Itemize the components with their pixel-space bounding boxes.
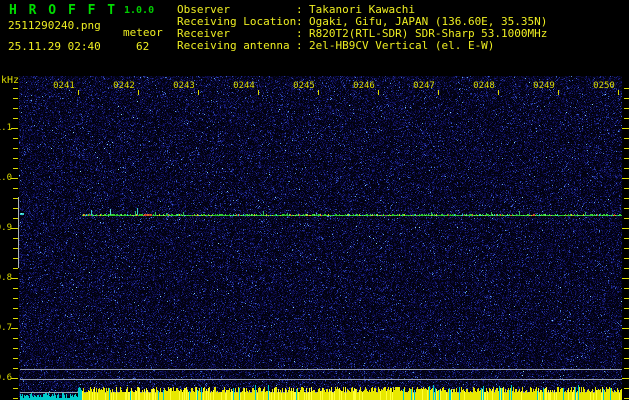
info-value: 2el-HB9CV Vertical (el. E-W) (309, 39, 495, 52)
time-axis-label: 0241 (53, 81, 75, 91)
time-axis-label: 0245 (293, 81, 315, 91)
freq-axis-unit: kHz (1, 75, 20, 86)
freq-axis-label: 1.0 (0, 173, 12, 183)
time-axis-label: 0246 (353, 81, 375, 91)
observation-datetime: 25.11.29 02:40 (8, 40, 101, 53)
spectrogram-canvas (0, 0, 629, 400)
info-label: Receiving antenna (177, 40, 290, 52)
freq-axis-label: 0.8 (0, 273, 12, 283)
time-axis-label: 0250 (593, 81, 615, 91)
freq-axis-label: 0.6 (0, 373, 12, 383)
freq-axis-label: 0.9 (0, 223, 12, 233)
info-separator: : (296, 39, 303, 52)
station-info-row: Receiving antenna:2el-HB9CV Vertical (el… (177, 40, 547, 52)
freq-axis-label: 1.1 (0, 123, 12, 133)
mode-label: meteor (123, 26, 163, 39)
info-label: Receiving Location (177, 16, 296, 28)
time-axis-label: 0244 (233, 81, 255, 91)
app-version: 1.0.0 (124, 5, 155, 16)
time-axis-label: 0243 (173, 81, 195, 91)
app-title: H R O F F T (9, 3, 118, 18)
time-axis-label: 0247 (413, 81, 435, 91)
info-label: Receiver (177, 28, 230, 40)
time-axis-label: 0242 (113, 81, 135, 91)
station-info-list: Observer: Takanori Kawachi Receiving Locat… (177, 4, 547, 52)
info-label: Observer (177, 4, 230, 16)
time-axis-label: 0249 (533, 81, 555, 91)
freq-axis-label: 0.7 (0, 323, 12, 333)
time-axis-label: 0248 (473, 81, 495, 91)
meteor-count: 62 (136, 40, 150, 53)
output-filename: 2511290240.png (8, 19, 101, 32)
hrofft-window: H R O F F T 1.0.0 2511290240.png meteor … (0, 0, 629, 400)
